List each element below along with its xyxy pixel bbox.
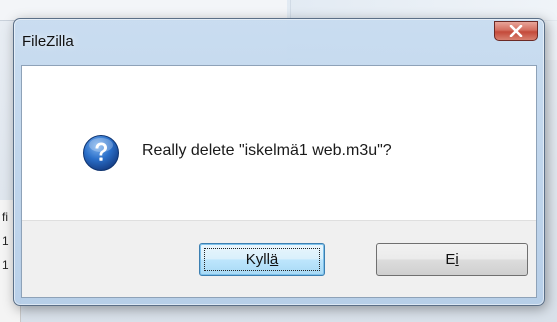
confirm-delete-dialog: FileZilla Really delete "iskelmä1 web.m3… bbox=[13, 18, 545, 306]
background-text-fragment: 1 bbox=[2, 258, 9, 272]
dialog-title: FileZilla bbox=[22, 33, 74, 50]
question-icon bbox=[83, 135, 119, 171]
no-button-label-prefix: E bbox=[445, 251, 456, 268]
dialog-body: Really delete "iskelmä1 web.m3u"? Kyllä … bbox=[21, 65, 537, 298]
background-text-fragment: 1 bbox=[2, 234, 9, 248]
yes-button-mnemonic: ä bbox=[269, 251, 279, 268]
no-button-mnemonic: i bbox=[455, 251, 459, 268]
yes-button[interactable]: Kyllä bbox=[199, 243, 325, 276]
message-area: Really delete "iskelmä1 web.m3u"? bbox=[22, 66, 536, 220]
dialog-titlebar[interactable]: FileZilla bbox=[14, 19, 544, 65]
button-bar: Kyllä Ei bbox=[22, 220, 536, 297]
yes-button-label-prefix: Kyll bbox=[245, 251, 270, 268]
close-button[interactable] bbox=[494, 21, 538, 41]
no-button[interactable]: Ei bbox=[376, 243, 528, 276]
close-icon bbox=[509, 25, 523, 37]
dialog-message: Really delete "iskelmä1 web.m3u"? bbox=[142, 142, 392, 159]
background-text-fragment: fi bbox=[2, 210, 8, 224]
